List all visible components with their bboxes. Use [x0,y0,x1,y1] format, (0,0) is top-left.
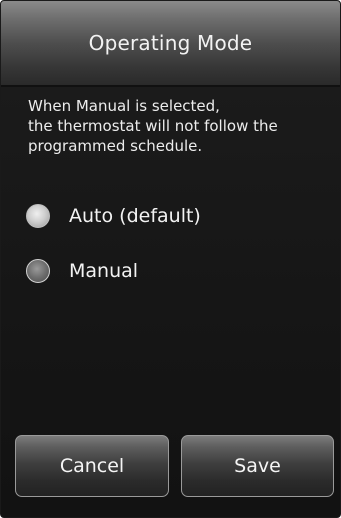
description-line: programmed schedule. [28,137,203,155]
cancel-button[interactable]: Cancel [15,435,169,497]
save-button[interactable]: Save [181,435,334,497]
radio-option-label: Manual [69,260,139,282]
page-title: Operating Mode [88,31,253,55]
radio-selected-icon[interactable] [26,204,50,228]
radio-option-manual[interactable]: Manual [26,256,138,286]
thermostat-screen: Operating Mode When Manual is selected, … [0,0,341,518]
description-line: When Manual is selected, [28,97,220,115]
header-bar: Operating Mode [1,1,340,87]
radio-option-auto[interactable]: Auto (default) [26,201,201,231]
description-text: When Manual is selected, the thermostat … [28,96,328,156]
radio-option-label: Auto (default) [69,205,201,227]
radio-unselected-icon[interactable] [26,259,50,283]
description-line: the thermostat will not follow the [28,117,278,135]
